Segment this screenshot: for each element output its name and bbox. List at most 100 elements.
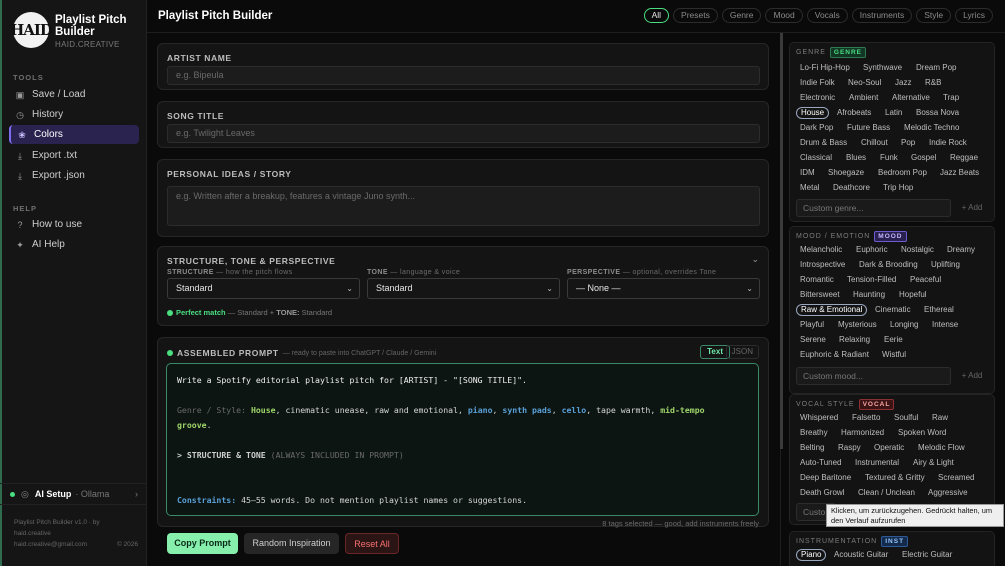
- tag-chip[interactable]: Blues: [842, 152, 870, 164]
- tag-chip[interactable]: Euphoric & Radiant: [796, 349, 873, 361]
- tag-chip[interactable]: Dark & Brooding: [855, 259, 922, 271]
- tag-chip[interactable]: Relaxing: [835, 334, 874, 346]
- tag-chip[interactable]: Trap: [939, 92, 963, 104]
- tag-chip[interactable]: Harmonized: [837, 427, 888, 439]
- tag-chip[interactable]: Drum & Bass: [796, 137, 851, 149]
- nav-save-load[interactable]: ▣ Save / Load: [9, 85, 139, 104]
- tag-chip[interactable]: Auto-Tuned: [796, 457, 846, 469]
- tag-chip[interactable]: Deep Baritone: [796, 472, 855, 484]
- scrollbar-thumb[interactable]: [780, 33, 783, 449]
- tone-select[interactable]: Standard ⌄: [367, 278, 560, 299]
- tag-chip[interactable]: Serene: [796, 334, 830, 346]
- tag-chip[interactable]: Jazz Beats: [936, 167, 983, 179]
- tag-chip[interactable]: Indie Rock: [925, 137, 971, 149]
- tag-chip[interactable]: Dark Pop: [796, 122, 837, 134]
- tag-chip[interactable]: Melodic Techno: [900, 122, 963, 134]
- tag-chip[interactable]: Hopeful: [895, 289, 931, 301]
- tag-chip[interactable]: Aggressive: [924, 487, 972, 499]
- collapse-chevron-icon[interactable]: ⌄: [751, 254, 759, 265]
- tab-mood[interactable]: Mood: [765, 8, 803, 23]
- tag-chip[interactable]: Acoustic Guitar: [830, 549, 892, 561]
- song-title-input[interactable]: e.g. Twilight Leaves: [167, 124, 760, 143]
- tag-chip[interactable]: Raw: [928, 412, 952, 424]
- tag-chip[interactable]: IDM: [796, 167, 819, 179]
- tag-chip[interactable]: Intense: [928, 319, 962, 331]
- tag-chip[interactable]: Wistful: [878, 349, 910, 361]
- nav-how-to-use[interactable]: ? How to use: [9, 215, 139, 234]
- tab-presets[interactable]: Presets: [673, 8, 718, 23]
- tag-chip[interactable]: Clean / Unclean: [854, 487, 919, 499]
- tag-chip[interactable]: Cinematic: [871, 304, 915, 316]
- copy-prompt-button[interactable]: Copy Prompt: [167, 533, 238, 554]
- structure-select[interactable]: Standard ⌄: [167, 278, 360, 299]
- random-inspiration-button[interactable]: Random Inspiration: [244, 533, 339, 554]
- tag-chip[interactable]: Melancholic: [796, 244, 846, 256]
- tag-chip[interactable]: Metal: [796, 182, 824, 194]
- tag-chip[interactable]: Gospel: [907, 152, 940, 164]
- nav-colors[interactable]: ❀ Colors: [9, 125, 139, 144]
- tag-chip[interactable]: Falsetto: [848, 412, 884, 424]
- tag-chip[interactable]: Whispered: [796, 412, 842, 424]
- tag-chip[interactable]: Electric Guitar: [898, 549, 956, 561]
- tag-chip[interactable]: Mysterious: [834, 319, 881, 331]
- format-json-button[interactable]: JSON: [725, 345, 759, 359]
- tag-chip[interactable]: Lo-Fi Hip-Hop: [796, 62, 854, 74]
- tab-genre[interactable]: Genre: [721, 8, 762, 23]
- tag-chip[interactable]: Shoegaze: [824, 167, 868, 179]
- tag-chip[interactable]: Deathcore: [829, 182, 874, 194]
- tag-chip[interactable]: Synthwave: [859, 62, 906, 74]
- tag-chip[interactable]: Bedroom Pop: [874, 167, 931, 179]
- tab-all[interactable]: All: [643, 8, 670, 23]
- tag-chip[interactable]: Melodic Flow: [914, 442, 969, 454]
- tag-chip[interactable]: Piano: [796, 549, 827, 561]
- tag-chip[interactable]: Pop: [897, 137, 919, 149]
- tag-chip[interactable]: Indie Folk: [796, 77, 839, 89]
- tag-chip[interactable]: Jazz: [891, 77, 915, 89]
- tag-chip[interactable]: Euphoric: [852, 244, 892, 256]
- tag-chip[interactable]: Chillout: [857, 137, 892, 149]
- tag-chip[interactable]: Death Growl: [796, 487, 848, 499]
- assembled-prompt[interactable]: Write a Spotify editorial playlist pitch…: [166, 363, 759, 516]
- tag-chip[interactable]: Screamed: [934, 472, 978, 484]
- tag-chip[interactable]: Raspy: [834, 442, 865, 454]
- tag-chip[interactable]: Uplifting: [927, 259, 964, 271]
- tag-chip[interactable]: Ambient: [845, 92, 882, 104]
- reset-all-button[interactable]: Reset All: [345, 533, 399, 554]
- tag-chip[interactable]: Future Bass: [843, 122, 894, 134]
- nav-export-txt[interactable]: ⤓ Export .txt: [9, 146, 139, 165]
- tag-chip[interactable]: Longing: [886, 319, 922, 331]
- tag-chip[interactable]: Trip Hop: [879, 182, 917, 194]
- artist-input[interactable]: e.g. Bipeula: [167, 66, 760, 85]
- tag-chip[interactable]: Classical: [796, 152, 836, 164]
- tag-chip[interactable]: Textured & Gritty: [861, 472, 929, 484]
- tag-chip[interactable]: Alternative: [888, 92, 934, 104]
- tag-chip[interactable]: Breathy: [796, 427, 832, 439]
- tag-chip[interactable]: Dreamy: [943, 244, 979, 256]
- tag-chip[interactable]: Airy & Light: [909, 457, 958, 469]
- tag-chip[interactable]: Introspective: [796, 259, 849, 271]
- tab-vocals[interactable]: Vocals: [806, 8, 848, 23]
- tag-chip[interactable]: Latin: [881, 107, 906, 119]
- nav-export-json[interactable]: ⤓ Export .json: [9, 166, 139, 185]
- add-genre-button[interactable]: + Add: [955, 199, 989, 217]
- tag-chip[interactable]: House: [796, 107, 830, 119]
- tag-chip[interactable]: Operatic: [870, 442, 908, 454]
- tag-chip[interactable]: Ethereal: [920, 304, 958, 316]
- tag-chip[interactable]: Bossa Nova: [912, 107, 963, 119]
- tag-chip[interactable]: Raw & Emotional: [796, 304, 868, 316]
- tag-chip[interactable]: Belting: [796, 442, 828, 454]
- tag-chip[interactable]: Peaceful: [906, 274, 945, 286]
- tab-lyrics[interactable]: Lyrics: [955, 8, 993, 23]
- perspective-select[interactable]: — None — ⌄: [567, 278, 760, 299]
- custom-genre-input[interactable]: Custom genre...: [796, 199, 951, 217]
- tab-style[interactable]: Style: [916, 8, 952, 23]
- ideas-textarea[interactable]: e.g. Written after a breakup, features a…: [167, 186, 760, 226]
- ai-setup-button[interactable]: ◎ AI Setup · Ollama ›: [0, 483, 146, 505]
- add-mood-button[interactable]: + Add: [955, 367, 989, 385]
- tag-chip[interactable]: Bittersweet: [796, 289, 844, 301]
- tag-chip[interactable]: Spoken Word: [894, 427, 950, 439]
- tag-chip[interactable]: R&B: [921, 77, 945, 89]
- tag-chip[interactable]: Playful: [796, 319, 828, 331]
- tag-chip[interactable]: Eerie: [880, 334, 907, 346]
- tag-chip[interactable]: Reggae: [946, 152, 982, 164]
